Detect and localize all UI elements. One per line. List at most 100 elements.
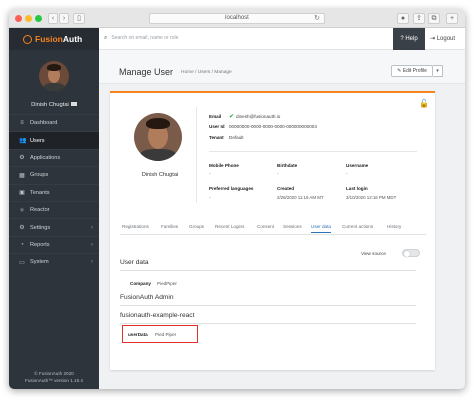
chevron-left-icon: ‹	[91, 259, 93, 266]
sidebar-item-reactor[interactable]: ⚛ Reactor	[9, 200, 99, 218]
username-value: -	[346, 171, 348, 176]
sidebar-item-label: Tenants	[30, 189, 50, 196]
sidebar-item-applications[interactable]: ⚙ Applications	[9, 148, 99, 166]
username-label: Username	[346, 163, 369, 168]
sidebar: Fusion Auth Dinish Chugtai ≡ Dashboard 👥 Use…	[9, 28, 99, 389]
company-label: Company	[130, 281, 151, 286]
user-name: Dinish Chugtai	[141, 172, 179, 178]
logout-icon: ⇥	[430, 36, 436, 42]
tabs-icon[interactable]: ⧉	[428, 13, 440, 24]
new-tab-icon[interactable]: +	[446, 13, 458, 24]
sidebar-footer: © FusionAuth 2020 FusionAuth™ version 1.…	[25, 371, 83, 383]
minimize-window-button[interactable]	[25, 15, 32, 22]
help-button[interactable]: ? Help	[393, 28, 425, 50]
created-label: Created	[277, 186, 295, 191]
tab-groups[interactable]: Groups	[189, 224, 204, 229]
sidebar-user-name[interactable]: Dinish Chugtai	[9, 102, 99, 108]
settings-icon: ⚙	[19, 225, 25, 232]
back-icon[interactable]: ‹	[48, 13, 58, 24]
tab-families[interactable]: Families	[161, 224, 178, 229]
system-icon: ▭	[19, 259, 25, 266]
tab-consent[interactable]: Consent	[257, 224, 274, 229]
view-source-toggle[interactable]	[402, 249, 420, 257]
divider	[120, 305, 416, 306]
sidebar-item-label: Dashboard	[30, 120, 58, 127]
avatar[interactable]	[39, 61, 69, 91]
email-row: Email ✔ dinesh@fusionauth.io	[209, 114, 281, 120]
groups-icon: ▦	[19, 172, 25, 179]
toggle-knob	[404, 250, 410, 257]
tab-history[interactable]: History	[387, 224, 401, 229]
zoom-window-button[interactable]	[35, 15, 42, 22]
birthdate-label: Birthdate	[277, 163, 298, 168]
sidebar-item-dashboard[interactable]: ≡ Dashboard	[9, 114, 99, 131]
reactor-icon: ⚛	[19, 207, 25, 214]
unlock-icon[interactable]: 🔓	[419, 99, 429, 108]
fusionauth-admin-title: FusionAuth Admin	[120, 294, 174, 301]
tab-registrations[interactable]: Registrations	[122, 224, 149, 229]
fusionauth-logo-icon	[23, 34, 32, 44]
tab-sessions[interactable]: Sessions	[283, 224, 302, 229]
sidebar-item-groups[interactable]: ▦ Groups	[9, 166, 99, 183]
applications-icon: ⚙	[19, 155, 25, 162]
userid-row: User Id 00000000-0000-0000-0000-000000000…	[209, 124, 317, 129]
tab-current-actions[interactable]: Current actions	[342, 224, 373, 229]
tab-user-data[interactable]: User data	[311, 224, 331, 233]
chevron-left-icon: ‹	[91, 241, 93, 248]
edit-icon: ✎	[397, 68, 402, 74]
divider	[120, 323, 416, 324]
last-login-label: Last login	[346, 186, 368, 191]
user-details-panel: 🔓 Dinish Chugtai Email ✔ dinesh@fusionauth…	[110, 91, 435, 370]
reload-icon[interactable]: ↻	[314, 14, 320, 23]
sidebar-toggle-icon[interactable]: ▯	[73, 13, 85, 24]
users-icon: 👥	[19, 138, 27, 145]
fusionauth-logo[interactable]: Fusion Auth	[9, 28, 99, 50]
sidebar-item-settings[interactable]: ⚙ Settings ‹	[9, 218, 99, 235]
sidebar-item-label: System	[30, 259, 49, 266]
logout-button[interactable]: ⇥ Logout	[430, 28, 455, 50]
sidebar-item-label: Settings	[30, 224, 51, 231]
userdata-value: Pied Piper	[155, 332, 177, 337]
sidebar-item-system[interactable]: ▭ System ‹	[9, 253, 99, 270]
divider	[196, 107, 197, 203]
page-header: Manage User Home / Users / Manage ✎ Edit…	[99, 50, 465, 84]
tenant-row: Tenant Default	[209, 135, 244, 140]
created-value: 2/28/2020 11:16 AM MT	[277, 195, 324, 200]
search-input[interactable]: ⌕ Search on email, name or role	[104, 35, 178, 42]
verified-check-icon: ✔	[229, 114, 235, 120]
sidebar-item-label: Reports	[30, 241, 50, 248]
edit-profile-button[interactable]: ✎ Edit Profile	[391, 65, 433, 77]
dashboard-icon: ≡	[20, 120, 24, 127]
divider	[120, 270, 416, 271]
user-tabs: Registrations Families Groups Recent Logins…	[120, 223, 426, 235]
shield-icon[interactable]: ●	[397, 13, 409, 24]
sidebar-item-label: Applications	[30, 154, 61, 161]
sidebar-item-tenants[interactable]: ▣ Tenants	[9, 183, 99, 201]
close-window-button[interactable]	[15, 15, 22, 22]
mobile-label: Mobile Phone	[209, 163, 239, 168]
sidebar-item-label: Users	[30, 137, 45, 144]
divider	[209, 151, 417, 152]
userdata-label: userData	[128, 332, 148, 337]
more-actions-dropdown[interactable]: ▾	[433, 65, 443, 77]
user-avatar	[134, 113, 182, 161]
company-value: PiedPiper	[157, 281, 177, 286]
tab-recent-logins[interactable]: Recent Logins	[215, 224, 244, 229]
mobile-value: -	[209, 171, 211, 176]
chevron-left-icon: ‹	[91, 224, 93, 231]
sidebar-item-reports[interactable]: ◔ Reports ‹	[9, 235, 99, 253]
reports-icon: ◔	[20, 241, 24, 248]
address-bar[interactable]: localhost ↻	[149, 13, 325, 24]
birthdate-value: -	[277, 171, 279, 176]
browser-toolbar: ‹ › ▯ localhost ↻ ● ⇪ ⧉ +	[9, 9, 465, 28]
app-title: fusionauth-example-react	[120, 312, 195, 319]
sidebar-nav: ≡ Dashboard 👥 Users ⚙ Applications ▦ Groups ▣ Ten…	[9, 114, 99, 271]
share-icon[interactable]: ⇪	[413, 13, 425, 24]
forward-icon[interactable]: ›	[59, 13, 69, 24]
sidebar-item-label: Groups	[30, 172, 49, 179]
sidebar-item-label: Reactor	[30, 207, 50, 214]
sidebar-item-users[interactable]: 👥 Users	[9, 131, 99, 149]
view-source-label: View source	[361, 251, 386, 256]
breadcrumb[interactable]: Home / Users / Manage	[181, 70, 232, 75]
last-login-value: 3/10/2020 12:16 PM MDT	[346, 195, 397, 200]
